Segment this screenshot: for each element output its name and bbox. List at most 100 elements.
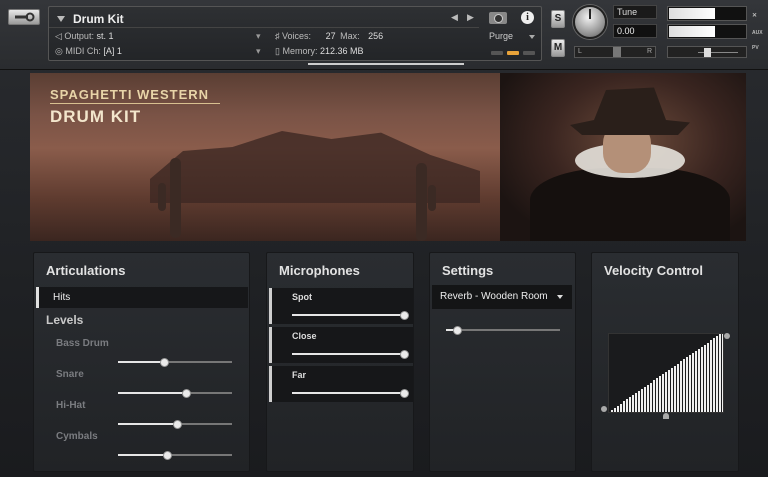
mic-slider-thumb[interactable]: [400, 311, 409, 320]
max-label: Max:: [340, 31, 360, 41]
mic-label: Close: [292, 331, 317, 341]
level-slider-thumb[interactable]: [159, 358, 169, 367]
reverb-amount-thumb[interactable]: [453, 326, 463, 335]
level-slider-thumb[interactable]: [182, 389, 192, 398]
velocity-bar: [611, 410, 613, 412]
output-value: st. 1: [96, 31, 114, 41]
articulations-title: Articulations: [46, 263, 126, 278]
midi-dropdown-icon[interactable]: ▾: [256, 46, 261, 57]
velocity-bar: [653, 380, 655, 412]
velocity-bar: [662, 374, 664, 412]
velocity-bar: [665, 372, 667, 412]
output-row[interactable]: ◁ Output: st. 1: [55, 31, 113, 42]
cactus-arm: [428, 185, 436, 211]
voices-value: 27: [325, 31, 336, 41]
velocity-curve-graph[interactable]: [608, 333, 724, 413]
mute-button[interactable]: M: [551, 39, 565, 57]
memory-row: ▯ Memory: 212.36 MB: [275, 46, 364, 56]
levels-title: Levels: [46, 313, 84, 327]
velocity-curve-handle[interactable]: [663, 413, 669, 419]
midi-row[interactable]: ◎ MIDI Ch: [A] 1: [55, 46, 122, 57]
memory-value: 212.36 MB: [319, 46, 364, 56]
mic-slider-thumb[interactable]: [400, 350, 409, 359]
velocity-bar: [656, 378, 658, 412]
velocity-bar: [695, 351, 697, 412]
velocity-bar: [722, 334, 723, 412]
velocity-bar: [617, 406, 619, 412]
banner-title-rule: [50, 103, 220, 104]
kontakt-instrument: Drum Kit ◀ ▶ i ◁ Output: st. 1 ▾ ♯ Voice…: [0, 0, 768, 477]
tune-value[interactable]: 0.00: [613, 24, 657, 38]
purge-button[interactable]: Purge: [489, 31, 513, 41]
output-label: Output:: [64, 31, 94, 41]
instrument-header: Drum Kit ◀ ▶ i ◁ Output: st. 1 ▾ ♯ Voice…: [0, 0, 768, 70]
mic-channel[interactable]: Far: [269, 366, 413, 402]
reverb-select[interactable]: Reverb - Wooden Room: [432, 285, 572, 309]
purge-dropdown-icon[interactable]: [529, 35, 535, 39]
led-indicator: [523, 51, 535, 55]
pan-thumb[interactable]: [613, 47, 621, 57]
memory-label: Memory:: [282, 46, 318, 56]
velocity-title: Velocity Control: [604, 263, 703, 278]
reverb-amount-track[interactable]: [446, 329, 560, 331]
camera-icon[interactable]: [489, 12, 507, 24]
volume-slider[interactable]: [667, 46, 747, 58]
instrument-banner: SPAGHETTI WESTERN DRUM KIT: [30, 73, 746, 241]
velocity-bar: [650, 383, 652, 412]
settings-title: Settings: [442, 263, 494, 278]
velocity-bar: [629, 397, 631, 412]
level-label: Bass Drum: [56, 338, 109, 349]
velocity-bar: [680, 361, 682, 412]
cowboy-body: [530, 168, 730, 241]
mic-slider-fill: [292, 314, 404, 316]
header-drag-handle[interactable]: [308, 63, 464, 65]
mic-slider-fill: [292, 353, 404, 355]
level-slider-thumb[interactable]: [173, 420, 183, 429]
tune-knob[interactable]: [573, 5, 607, 39]
aux-label[interactable]: AUX: [752, 30, 763, 36]
pan-right-label: R: [646, 48, 652, 55]
velocity-bar: [659, 376, 661, 412]
velocity-bar: [713, 338, 715, 412]
velocity-min-handle[interactable]: [601, 406, 607, 412]
velocity-bar: [671, 368, 673, 412]
mic-label: Far: [292, 370, 307, 380]
level-slider-thumb[interactable]: [163, 451, 173, 460]
info-icon[interactable]: i: [521, 11, 534, 24]
velocity-panel: Velocity Control: [591, 252, 739, 472]
prev-instrument-icon[interactable]: ◀: [451, 12, 458, 23]
solo-button[interactable]: S: [551, 10, 565, 28]
pv-label[interactable]: PV: [752, 45, 759, 51]
midi-label: MIDI Ch:: [65, 46, 101, 56]
level-slider-fill: [118, 392, 187, 394]
articulation-item-hits[interactable]: Hits: [36, 287, 248, 308]
volume-thumb[interactable]: [704, 48, 711, 57]
velocity-bar: [641, 389, 643, 412]
midi-value: [A] 1: [103, 46, 122, 56]
velocity-max-handle[interactable]: [724, 333, 730, 339]
pan-slider[interactable]: L R: [574, 46, 656, 58]
mic-slider-thumb[interactable]: [400, 389, 409, 398]
wrench-icon[interactable]: [8, 9, 40, 25]
velocity-bar: [707, 343, 709, 412]
velocity-bar: [644, 387, 646, 412]
output-dropdown-icon[interactable]: ▾: [256, 31, 261, 42]
mic-label: Spot: [292, 292, 312, 302]
velocity-bar: [626, 399, 628, 412]
instrument-info-box: Drum Kit ◀ ▶ i ◁ Output: st. 1 ▾ ♯ Voice…: [48, 6, 542, 61]
next-instrument-icon[interactable]: ▶: [467, 12, 474, 23]
velocity-bar: [620, 404, 622, 412]
mic-slider-fill: [292, 392, 404, 394]
collapse-triangle-icon[interactable]: [57, 16, 65, 22]
voices-row: ♯ Voices: 27 Max: 256: [275, 31, 384, 41]
max-value: 256: [368, 31, 384, 41]
close-icon[interactable]: ✕: [752, 12, 757, 19]
mic-channel[interactable]: Spot: [269, 288, 413, 324]
velocity-bar: [638, 391, 640, 412]
velocity-bar: [635, 393, 637, 412]
instrument-name[interactable]: Drum Kit: [73, 12, 124, 26]
velocity-bar: [668, 370, 670, 412]
mic-channel[interactable]: Close: [269, 327, 413, 363]
velocity-bar: [686, 357, 688, 412]
level-label: Cymbals: [56, 431, 98, 442]
